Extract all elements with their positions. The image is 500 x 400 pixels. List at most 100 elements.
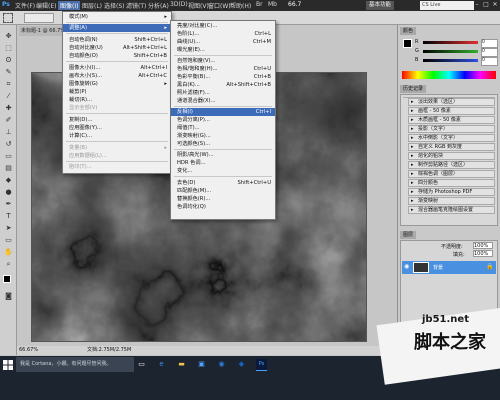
photoshop-taskbar-icon[interactable]: Ps xyxy=(256,359,267,371)
menu-item-curves[interactable]: 曲线(U)... Ctrl+M xyxy=(171,38,275,46)
app-icon[interactable]: ◆ xyxy=(236,359,247,370)
menu-layer[interactable]: 图层(L) xyxy=(82,1,102,10)
color-spectrum-bar[interactable] xyxy=(402,71,496,79)
minimize-icon[interactable]: – xyxy=(473,1,481,9)
action-expand-icon[interactable]: ▸ xyxy=(411,198,414,205)
clone-stamp-tool-icon[interactable]: ⊥ xyxy=(3,127,14,138)
hand-tool-icon[interactable]: ✋ xyxy=(3,247,14,258)
menu-item-photo-filter[interactable]: 照片滤镜(F)... xyxy=(171,89,275,97)
menu-item-posterize[interactable]: 色调分离(P)... xyxy=(171,116,275,124)
menu-edit[interactable]: 编辑(E) xyxy=(36,1,56,10)
menu-item-match-color[interactable]: 匹配颜色(M)... xyxy=(171,187,275,195)
minibridge-icon[interactable]: Mb xyxy=(268,1,277,8)
history-brush-tool-icon[interactable]: ↺ xyxy=(3,139,14,150)
slider-value-b[interactable]: 0 xyxy=(481,57,498,66)
essentials-button[interactable]: 基本功能 xyxy=(366,1,395,10)
menu-item-mode[interactable]: 模式(M) ▸ xyxy=(63,13,171,21)
blur-tool-icon[interactable]: ◆ xyxy=(3,175,14,186)
menu-help[interactable]: 帮助(H) xyxy=(230,1,251,10)
action-row[interactable]: ▸ 棕褐色调（图层） xyxy=(408,170,495,178)
action-expand-icon[interactable]: ▸ xyxy=(411,144,414,151)
action-row[interactable]: ▸ 四分颜色 xyxy=(408,179,495,187)
document-info[interactable]: 文档:2.75M/2.75M xyxy=(87,346,131,355)
color-slider-b[interactable]: B 0 xyxy=(415,57,498,66)
menu-item-calculations[interactable]: 计算(C)... xyxy=(63,132,171,140)
action-row[interactable]: ▸ 画框 - 50 像素 xyxy=(408,107,495,115)
dodge-tool-icon[interactable]: ● xyxy=(3,187,14,198)
zoom-value[interactable]: 66.7 xyxy=(288,1,301,8)
menu-item-equalize[interactable]: 色调均化(Q) xyxy=(171,203,275,211)
quick-mask-icon[interactable]: ◙ xyxy=(3,291,14,302)
quick-select-tool-icon[interactable]: ✎ xyxy=(3,67,14,78)
action-row[interactable]: ▸ 存储为 Photoshop PDF xyxy=(408,188,495,196)
task-view-icon[interactable]: ▭ xyxy=(136,359,147,370)
shape-tool-icon[interactable]: ▭ xyxy=(3,235,14,246)
layer-name[interactable]: 背景 xyxy=(433,264,443,271)
slider-value-g[interactable]: 0 xyxy=(481,48,498,57)
menu-item-auto-tone[interactable]: 自动色调(N) Shift+Ctrl+L xyxy=(63,36,171,44)
menu-item-exposure[interactable]: 曝光度(E)... xyxy=(171,46,275,54)
menu-item-image-size[interactable]: 图像大小(I)... Alt+Ctrl+I xyxy=(63,64,171,72)
menu-item-selective-color[interactable]: 可选颜色(S)... xyxy=(171,140,275,148)
fill-input[interactable]: 100% xyxy=(473,250,493,257)
menu-item-brightness-contrast[interactable]: 亮度/对比度(C)... xyxy=(171,22,275,30)
menu-item-shadows-highlights[interactable]: 阴影/高光(W)... xyxy=(171,151,275,159)
eraser-tool-icon[interactable]: ▭ xyxy=(3,151,14,162)
action-expand-icon[interactable]: ▸ xyxy=(411,117,414,124)
menu-item-apply-image[interactable]: 应用图像(Y)... xyxy=(63,124,171,132)
cortana-search-box[interactable]: 我是 Cortana，小娜。有问题尽管问我。 xyxy=(16,357,134,372)
file-explorer-icon[interactable]: ▬ xyxy=(176,359,187,370)
menu-item-gradient-map[interactable]: 渐变映射(G)... xyxy=(171,132,275,140)
menu-item-auto-contrast[interactable]: 自动对比度(U) Alt+Shift+Ctrl+L xyxy=(63,44,171,52)
menu-item-vibrance[interactable]: 自然饱和度(V)... xyxy=(171,57,275,65)
menu-analysis[interactable]: 分析(A) xyxy=(148,1,169,10)
bridge-icon[interactable]: Br xyxy=(256,1,263,8)
action-row[interactable]: ▸ 制作剪贴路径（选区） xyxy=(408,161,495,169)
menu-item-auto-color[interactable]: 自动颜色(O) Shift+Ctrl+B xyxy=(63,52,171,60)
slider-value-r[interactable]: 0 xyxy=(481,39,498,48)
menu-view[interactable]: 视图(V) xyxy=(188,1,209,10)
edge-browser-icon[interactable]: e xyxy=(156,359,167,370)
cs-live-search[interactable]: CS Live xyxy=(420,1,474,10)
menu-item-hdr-toning[interactable]: HDR 色调... xyxy=(171,159,275,167)
app-icon[interactable]: ◉ xyxy=(216,359,227,370)
slider-track-r[interactable] xyxy=(423,41,478,44)
color-panel-title[interactable]: 颜色 xyxy=(400,27,417,35)
windows-start-icon[interactable] xyxy=(3,360,13,370)
path-select-tool-icon[interactable]: ➤ xyxy=(3,223,14,234)
menu-item-black-white[interactable]: 黑白(K)... Alt+Shift+Ctrl+B xyxy=(171,81,275,89)
menu-image[interactable]: 图像(I) xyxy=(58,1,81,10)
color-slider-g[interactable]: G 0 xyxy=(415,48,498,57)
menu-filter[interactable]: 滤镜(T) xyxy=(126,1,146,10)
zoom-tool-icon[interactable]: ⌕ xyxy=(3,259,14,270)
action-row[interactable]: ▸ 木质画框 - 50 像素 xyxy=(408,116,495,124)
menu-item-channel-mixer[interactable]: 通道混合器(X)... xyxy=(171,97,275,105)
action-expand-icon[interactable]: ▸ xyxy=(411,171,414,178)
menu-item-image-rotation[interactable]: 图像旋转(G) ▸ xyxy=(63,80,171,88)
action-expand-icon[interactable]: ▸ xyxy=(411,135,414,142)
menu-item-variations[interactable]: 变化... xyxy=(171,167,275,175)
layer-row-background[interactable]: ◉ 背景 🔒 xyxy=(402,261,496,274)
action-expand-icon[interactable]: ▸ xyxy=(411,180,414,187)
crop-tool-icon[interactable]: ⌗ xyxy=(3,79,14,90)
menu-item-levels[interactable]: 色阶(L)... Ctrl+L xyxy=(171,30,275,38)
menu-item-trim[interactable]: 裁切(R)... xyxy=(63,96,171,104)
menu-item-canvas-size[interactable]: 画布大小(S)... Alt+Ctrl+C xyxy=(63,72,171,80)
close-icon[interactable]: ✕ xyxy=(491,1,499,9)
menu-file[interactable]: 文件(F) xyxy=(15,1,35,10)
action-expand-icon[interactable]: ▸ xyxy=(411,126,414,133)
action-row[interactable]: ▸ 熔化的铅块 xyxy=(408,152,495,160)
slider-track-b[interactable] xyxy=(423,59,478,62)
menu-item-desaturate[interactable]: 去色(D) Shift+Ctrl+U xyxy=(171,179,275,187)
action-expand-icon[interactable]: ▸ xyxy=(411,153,414,160)
marquee-tool-icon[interactable]: ⬚ xyxy=(3,43,14,54)
action-row[interactable]: ▸ 渐变映射 xyxy=(408,197,495,205)
lasso-tool-icon[interactable]: ʘ xyxy=(3,55,14,66)
healing-tool-icon[interactable]: ✚ xyxy=(3,103,14,114)
action-expand-icon[interactable]: ▸ xyxy=(411,189,414,196)
menu-item-duplicate[interactable]: 复制(D)... xyxy=(63,116,171,124)
menu-item-replace-color[interactable]: 替换颜色(R)... xyxy=(171,195,275,203)
type-tool-icon[interactable]: T xyxy=(3,211,14,222)
opacity-input[interactable]: 100% xyxy=(473,242,493,249)
menu-item-crop[interactable]: 裁剪(P) xyxy=(63,88,171,96)
